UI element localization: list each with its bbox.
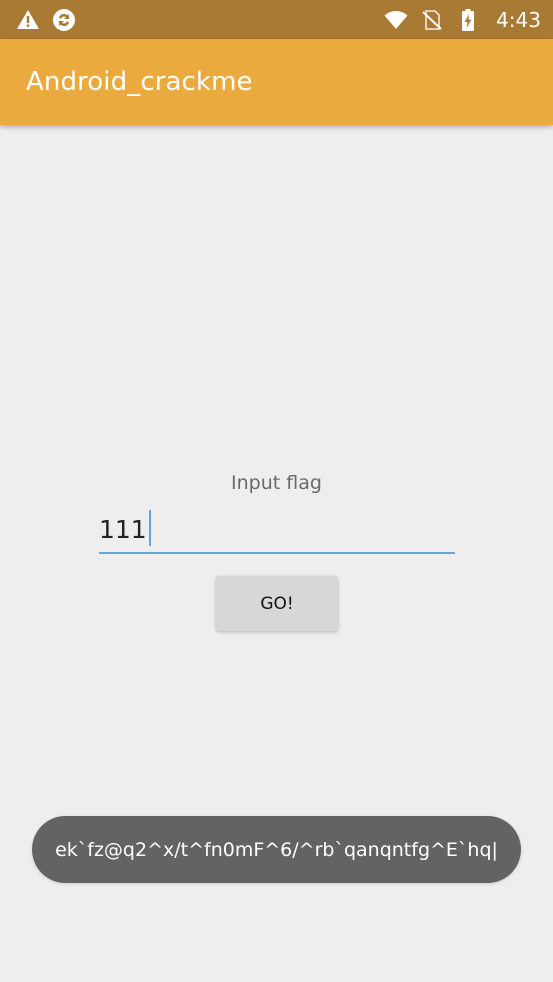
input-flag-label: Input flag	[231, 472, 322, 494]
warning-icon	[16, 8, 40, 32]
toast-text: ek`fz@q2^x/t^fn0mF^6/^rb`qanqntfg^E`hq|	[55, 838, 498, 861]
wifi-icon	[384, 8, 408, 32]
battery-charging-icon	[456, 8, 480, 32]
toast-message: ek`fz@q2^x/t^fn0mF^6/^rb`qanqntfg^E`hq|	[32, 816, 521, 883]
sync-icon	[52, 8, 76, 32]
text-caret	[148, 510, 151, 546]
status-bar: 4:43	[0, 0, 553, 39]
flag-input-value: 111	[99, 510, 151, 546]
status-left-icons	[16, 8, 76, 32]
flag-input-text: 111	[99, 515, 147, 544]
status-time: 4:43	[496, 8, 541, 32]
status-right-icons: 4:43	[384, 8, 541, 32]
app-title: Android_crackme	[26, 67, 253, 97]
no-sim-icon	[420, 8, 444, 32]
go-button[interactable]: GO!	[216, 576, 338, 631]
app-bar: Android_crackme	[0, 39, 553, 125]
flag-input[interactable]: 111	[99, 508, 455, 554]
